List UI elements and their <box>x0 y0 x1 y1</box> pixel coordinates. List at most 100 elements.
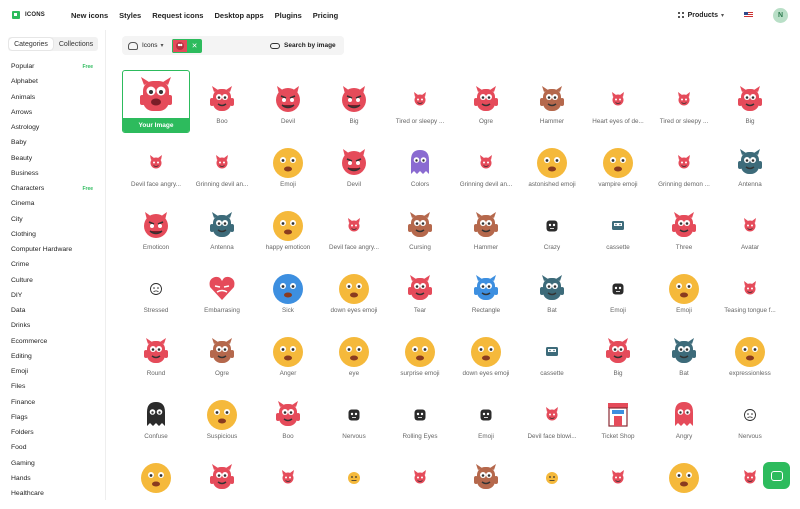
sidebar-item-hands[interactable]: Hands <box>0 471 105 486</box>
icon-card[interactable]: Grinning demon ... <box>652 133 716 194</box>
nav-desktop-apps[interactable]: Desktop apps <box>214 11 263 20</box>
close-icon[interactable]: ✕ <box>187 38 202 53</box>
icon-card[interactable]: Boo <box>256 385 320 446</box>
sidebar-item-healthcare[interactable]: Healthcare <box>0 486 105 501</box>
icon-card[interactable]: Emoticon <box>124 196 188 257</box>
sidebar-item-clothing[interactable]: Clothing <box>0 227 105 242</box>
icon-card[interactable]: Anger <box>256 322 320 383</box>
sidebar-item-arrows[interactable]: Arrows <box>0 105 105 120</box>
sidebar-item-crime[interactable]: Crime <box>0 257 105 272</box>
icon-card[interactable]: astonished emoji <box>520 133 584 194</box>
icon-card[interactable]: Cursing <box>388 196 452 257</box>
icon-card[interactable]: Nervous <box>322 385 386 446</box>
sidebar-item-culture[interactable]: Culture <box>0 273 105 288</box>
icon-card[interactable]: Stressed <box>124 259 188 320</box>
icon-card[interactable]: Devil face angry... <box>124 133 188 194</box>
icon-card[interactable]: Hammer <box>520 70 584 131</box>
search-type-select[interactable]: Icons ▾ <box>122 41 170 50</box>
sidebar-item-characters[interactable]: Characters Free <box>0 181 105 196</box>
sidebar-item-diy[interactable]: DIY <box>0 288 105 303</box>
icon-card[interactable]: Heart eyes of de... <box>586 70 650 131</box>
icon-card[interactable]: Teasing tongue f... <box>718 259 782 320</box>
icon-card[interactable]: cassette <box>586 196 650 257</box>
your-image-card[interactable]: Your Image <box>122 70 190 133</box>
avatar[interactable]: N <box>773 7 788 23</box>
icon-card[interactable]: Crazy <box>520 196 584 257</box>
us-flag-icon[interactable] <box>744 12 753 18</box>
icon-card[interactable]: Big <box>322 70 386 131</box>
icon-card[interactable]: Avatar <box>718 196 782 257</box>
sidebar-item-files[interactable]: Files <box>0 379 105 394</box>
sidebar-item-drinks[interactable]: Drinks <box>0 318 105 333</box>
sidebar-item-beauty[interactable]: Beauty <box>0 151 105 166</box>
sidebar-item-editing[interactable]: Editing <box>0 349 105 364</box>
search-by-image-button[interactable]: Search by image <box>262 36 344 55</box>
icon-card[interactable]: down eyes emoji <box>454 322 518 383</box>
icon-card[interactable]: Bat <box>652 322 716 383</box>
icon-card[interactable]: Big <box>586 322 650 383</box>
sidebar-item-gaming[interactable]: Gaming <box>0 456 105 471</box>
icon-card[interactable]: Antenna <box>190 196 254 257</box>
sidebar-item-finance[interactable]: Finance <box>0 395 105 410</box>
icon-card[interactable]: Round <box>124 322 188 383</box>
sidebar-item-flags[interactable]: Flags <box>0 410 105 425</box>
icon-card[interactable]: Three <box>652 196 716 257</box>
chat-button[interactable] <box>763 462 790 489</box>
icon-card[interactable]: vampire emoji <box>586 133 650 194</box>
nav-plugins[interactable]: Plugins <box>275 11 302 20</box>
icon-card[interactable]: Big <box>718 70 782 131</box>
icon-card[interactable]: Ticket Shop <box>586 385 650 446</box>
sidebar-item-ecommerce[interactable]: Ecommerce <box>0 334 105 349</box>
uploaded-image-thumbnail[interactable] <box>171 38 188 53</box>
sidebar-item-alphabet[interactable]: Alphabet <box>0 74 105 89</box>
sidebar-item-computer-hardware[interactable]: Computer Hardware <box>0 242 105 257</box>
icon-card[interactable]: Grinning devil an... <box>454 133 518 194</box>
icon-card[interactable]: Devil face blowi... <box>520 385 584 446</box>
icon-card[interactable]: Emoji <box>454 385 518 446</box>
icon-card[interactable]: Embarrasing <box>190 259 254 320</box>
nav-new-icons[interactable]: New icons <box>71 11 108 20</box>
icon-card[interactable]: Ogre <box>454 70 518 131</box>
icon-card[interactable]: Tear <box>388 259 452 320</box>
sidebar-item-emoji[interactable]: Emoji <box>0 364 105 379</box>
icon-card[interactable]: Rolling Eyes <box>388 385 452 446</box>
icon-card[interactable]: Tired or sleepy ... <box>388 70 452 131</box>
icon-card[interactable]: Emoji <box>652 259 716 320</box>
icon-card[interactable]: eye <box>322 322 386 383</box>
icon-card[interactable]: Rectangle <box>454 259 518 320</box>
nav-request-icons[interactable]: Request icons <box>152 11 203 20</box>
icon-card[interactable]: happy emoticon <box>256 196 320 257</box>
icon-card[interactable]: Angry <box>652 385 716 446</box>
icon-card[interactable]: Bat <box>520 259 584 320</box>
icon-card[interactable]: down eyes emoji <box>322 259 386 320</box>
icon-card[interactable]: Colors <box>388 133 452 194</box>
icon-card[interactable]: Boo <box>190 70 254 131</box>
sidebar-item-folders[interactable]: Folders <box>0 425 105 440</box>
icon-card[interactable]: Grinning devil an... <box>190 133 254 194</box>
brand-logo[interactable]: ICONS <box>12 11 45 19</box>
icon-card[interactable]: expressionless <box>718 322 782 383</box>
icon-card[interactable]: Suspicious <box>190 385 254 446</box>
icon-card[interactable]: Devil face angry... <box>322 196 386 257</box>
tab-collections[interactable]: Collections <box>54 37 98 51</box>
sidebar-item-food[interactable]: Food <box>0 440 105 455</box>
nav-styles[interactable]: Styles <box>119 11 141 20</box>
tab-categories[interactable]: Categories <box>9 38 53 50</box>
icon-card[interactable]: Emoji <box>256 133 320 194</box>
icon-card[interactable]: Devil <box>256 70 320 131</box>
icon-card[interactable]: Hammer <box>454 196 518 257</box>
icon-card[interactable]: Antenna <box>718 133 782 194</box>
products-menu[interactable]: Products ▾ <box>677 12 724 19</box>
nav-pricing[interactable]: Pricing <box>313 11 338 20</box>
icon-card[interactable]: Nervous <box>718 385 782 446</box>
sidebar-item-baby[interactable]: Baby <box>0 135 105 150</box>
icon-card[interactable]: Tired or sleepy ... <box>652 70 716 131</box>
sidebar-item-popular[interactable]: Popular Free <box>0 59 105 74</box>
icon-card[interactable]: cassette <box>520 322 584 383</box>
icon-card[interactable]: surprise emoji <box>388 322 452 383</box>
sidebar-item-business[interactable]: Business <box>0 166 105 181</box>
icon-card[interactable]: Confuse <box>124 385 188 446</box>
icon-card[interactable]: Ogre <box>190 322 254 383</box>
sidebar-item-astrology[interactable]: Astrology <box>0 120 105 135</box>
icon-card[interactable]: Sick <box>256 259 320 320</box>
